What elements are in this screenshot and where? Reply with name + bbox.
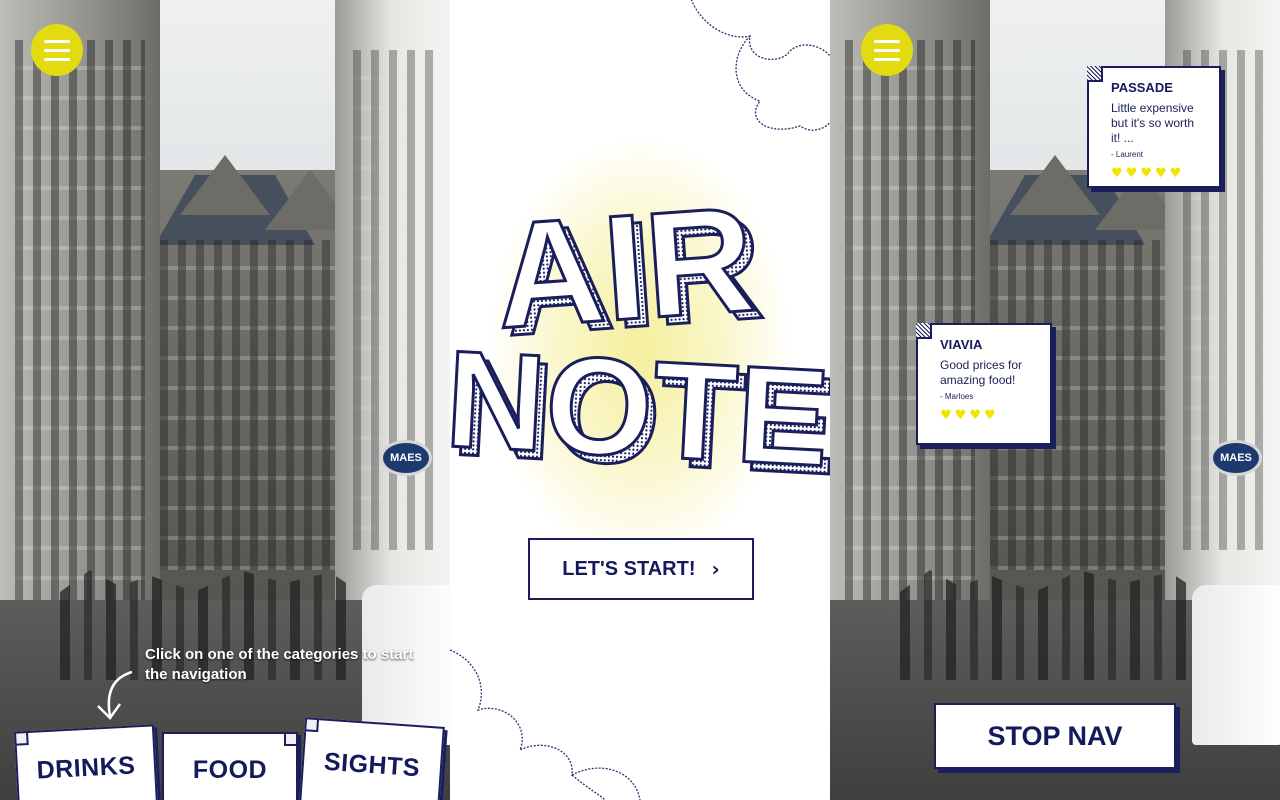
rating-hearts: ♥ ♥ ♥ ♥ [940,409,1036,422]
navigation-screen: MAES PASSADE Little expensive but it's s… [830,0,1280,800]
note-title: PASSADE [1111,80,1173,95]
review-note-passade[interactable]: PASSADE Little expensive but it's so wor… [1087,66,1221,188]
intro-screen: AIR AIR NOTE NOTE LET'S START! › [450,0,830,800]
heart-icon: ♥ [1169,166,1182,181]
heart-icon: ♥ [1154,166,1167,181]
start-label: LET'S START! [562,557,696,580]
category-label: DRINKS [35,750,137,785]
note-text: Little expensive but it's so worth it! .… [1111,101,1194,145]
category-label: SIGHTS [323,747,421,782]
heart-icon: ♥ [969,408,981,423]
chevron-right-icon: › [711,557,720,581]
heart-icon: ♥ [940,408,952,423]
heart-icon: ♥ [1125,166,1138,181]
review-note-viavia[interactable]: VIAVIA Good prices for amazing food! - M… [916,323,1052,445]
category-sights-button[interactable]: SIGHTS [299,717,445,800]
category-screen: MAES Click on one of the categories to s… [0,0,450,800]
heart-icon: ♥ [1111,166,1123,181]
pub-sign: MAES [380,440,432,476]
category-food-button[interactable]: FOOD [162,732,298,800]
curved-arrow-down-icon [97,670,133,720]
logo-note: NOTE [450,322,830,496]
menu-button[interactable] [31,24,83,76]
note-text: Good prices for amazing food! [940,358,1023,387]
hamburger-menu-icon [44,39,70,43]
lets-start-button[interactable]: LET'S START! › [528,538,758,604]
hamburger-menu-icon [874,39,900,43]
heart-icon: ♥ [983,408,996,423]
category-drinks-button[interactable]: DRINKS [14,724,158,800]
heart-icon: ♥ [954,408,967,423]
menu-button[interactable] [861,24,913,76]
note-author: - Laurent [1111,150,1144,159]
stop-label: STOP NAV [987,720,1123,751]
air-note-logo: AIR AIR NOTE NOTE [450,173,830,506]
rating-hearts: ♥ ♥ ♥ ♥ ♥ [1111,167,1205,180]
pub-sign: MAES [1210,440,1262,476]
category-label: FOOD [192,755,268,784]
heart-icon: ♥ [1140,166,1152,181]
note-title: VIAVIA [940,337,983,352]
navigation-hint: Click on one of the categories to start … [145,646,414,683]
note-author: - Marloes [940,392,974,401]
stop-navigation-button[interactable]: STOP NAV [934,703,1176,769]
